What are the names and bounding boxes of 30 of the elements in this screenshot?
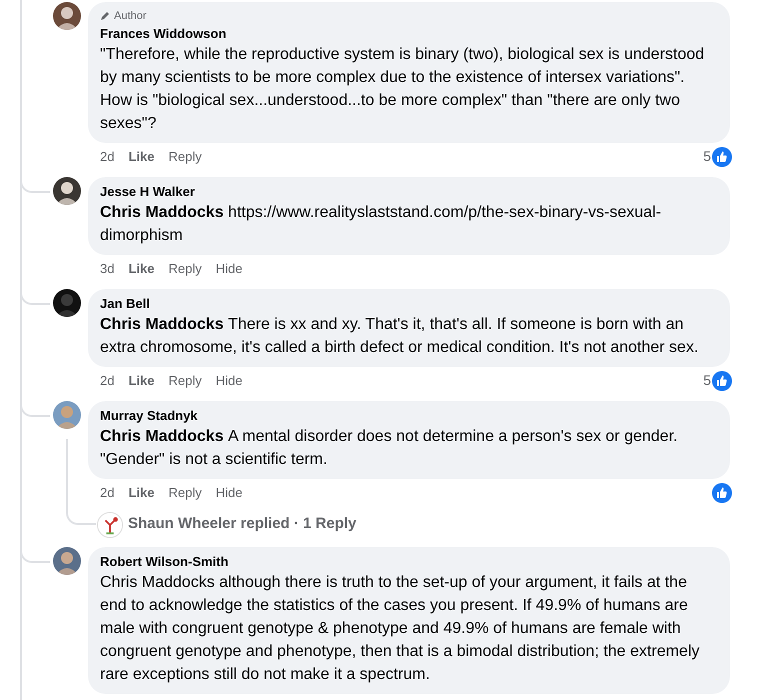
commenter-name[interactable]: Jan Bell	[100, 294, 718, 312]
commenter-name[interactable]: Frances Widdowson	[100, 24, 718, 42]
comment-text: Chris Maddocks A mental disorder does not determine a person's sex or gender. "Gender" is not a scientific term.	[100, 426, 679, 470]
comment-time[interactable]: 2d	[100, 482, 114, 502]
action-link[interactable]: Hide	[216, 370, 242, 390]
comment-text: Chris Maddocks There is xx and xy. That's it, that's all. If someone is born with an extra chromosome, it's called a birth defect or medical condition. It's not another sex.	[100, 314, 700, 358]
reaction-count[interactable]: 5	[703, 146, 711, 167]
comment-text: Chris Maddocks https://www.realityslaststand.com/p/the-sex-binary-vs-sexual-dimorphism	[100, 202, 662, 246]
action-link[interactable]: Like	[128, 482, 154, 502]
author-label: Author	[114, 9, 146, 24]
comment-time[interactable]: 3d	[100, 258, 114, 278]
comment-time[interactable]: 2d	[100, 146, 114, 166]
replies-link[interactable]: Shaun Wheeler replied · 1 Reply	[128, 513, 356, 536]
action-link[interactable]: Reply	[168, 258, 202, 278]
action-link[interactable]: Like	[128, 370, 154, 390]
comment-text: "Therefore, while the reproductive system is binary (two), biological sex is understood by many scientists to be more complex due to the existence of intersex variations". How is "biological sex...understood...to be more complex" than "there are only two sexes"?	[100, 44, 706, 134]
action-link[interactable]: Hide	[216, 258, 242, 278]
action-link[interactable]: Like	[128, 146, 154, 166]
commenter-name[interactable]: Jesse H Walker	[100, 182, 718, 200]
comment-text: Chris Maddocks although there is truth to the set-up of your argument, it fails at the end to acknowledge the statistics of the cases you present. If 49.9% of humans are male with congruent genotype & phenotype and 49.9% of humans are female with congruent genotype and phenotype, then that is a bimodal distribution; the extremely rare exceptions still do not make it a spectrum.	[100, 572, 700, 684]
commenter-name[interactable]: Robert Wilson-Smith	[100, 552, 718, 570]
action-link[interactable]: Like	[128, 258, 154, 278]
action-link[interactable]: Reply	[168, 146, 202, 166]
comment-time[interactable]: 2d	[100, 370, 114, 390]
action-link[interactable]: Reply	[168, 482, 202, 502]
action-link[interactable]: Hide	[216, 482, 242, 502]
commenter-name[interactable]: Murray Stadnyk	[100, 406, 718, 424]
action-link[interactable]: Reply	[168, 370, 202, 390]
reaction-count[interactable]: 5	[703, 370, 711, 391]
pencil-icon	[100, 11, 110, 22]
